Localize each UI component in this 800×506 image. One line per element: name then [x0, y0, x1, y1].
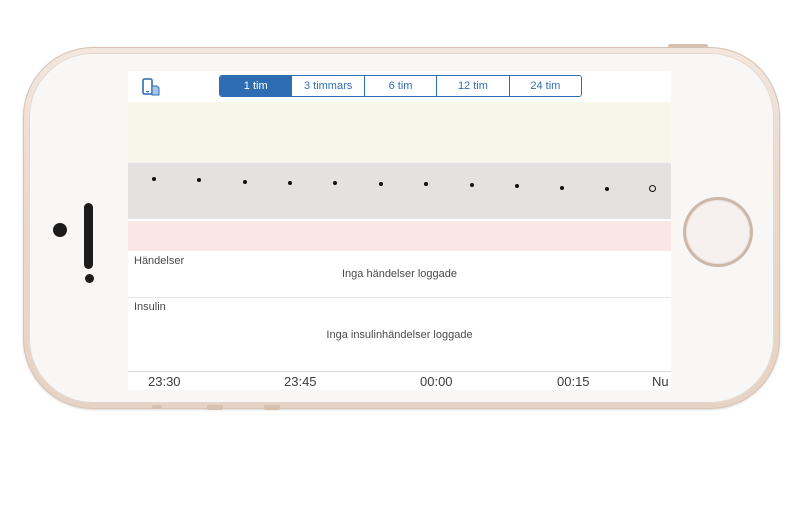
time-axis-tick: 23:30 — [148, 374, 181, 389]
glucose-reading-dot — [197, 178, 201, 182]
glucose-reading-dot — [333, 181, 337, 185]
proximity-sensor — [85, 274, 94, 283]
insulin-section: Insulin Inga insulinhändelser loggade — [128, 298, 671, 371]
range-1h-button[interactable]: 1 tim — [220, 76, 292, 96]
events-title: Händelser — [134, 255, 185, 267]
toolbar: 1 tim 3 timmars 6 tim 12 tim 24 tim — [128, 71, 671, 102]
time-axis: 23:30 23:45 00:00 00:15 Nu — [128, 371, 671, 390]
range-3h-button[interactable]: 3 timmars — [291, 76, 364, 96]
insulin-empty-message: Inga insulinhändelser loggade — [326, 329, 473, 341]
target-zone-band — [128, 162, 671, 220]
mute-switch — [152, 405, 162, 409]
front-camera-icon — [53, 223, 67, 237]
time-axis-tick: 00:00 — [420, 374, 453, 389]
glucose-reading-dot — [515, 184, 519, 188]
glucose-reading-dot — [152, 177, 156, 181]
time-axis-tick: Nu — [652, 374, 669, 389]
glucose-reading-dot — [243, 180, 247, 184]
glucose-reading-dot — [560, 186, 564, 190]
volume-down-button — [264, 405, 280, 410]
volume-up-button — [207, 405, 223, 410]
earpiece-speaker — [84, 203, 93, 269]
latest-reading-marker — [649, 185, 656, 192]
events-section: Händelser Inga händelser loggade — [128, 251, 671, 297]
events-empty-message: Inga händelser loggade — [342, 268, 457, 280]
range-12h-button[interactable]: 12 tim — [436, 76, 509, 96]
glucose-reading-dot — [424, 182, 428, 186]
range-6h-button[interactable]: 6 tim — [363, 76, 437, 96]
high-zone-band — [128, 102, 671, 162]
glucose-reading-dot — [470, 183, 474, 187]
range-24h-button[interactable]: 24 tim — [508, 76, 581, 96]
time-range-selector: 1 tim 3 timmars 6 tim 12 tim 24 tim — [219, 75, 582, 97]
phone-device-icon[interactable] — [141, 77, 161, 97]
insulin-title: Insulin — [134, 301, 166, 313]
low-zone-band — [128, 219, 671, 251]
home-button[interactable] — [686, 200, 750, 264]
app-screen: 1 tim 3 timmars 6 tim 12 tim 24 tim Händ… — [128, 71, 671, 390]
sleep-wake-button — [668, 44, 708, 48]
time-axis-tick: 00:15 — [557, 374, 590, 389]
glucose-reading-dot — [379, 182, 383, 186]
time-axis-tick: 23:45 — [284, 374, 317, 389]
glucose-reading-dot — [288, 181, 292, 185]
glucose-reading-dot — [605, 187, 609, 191]
